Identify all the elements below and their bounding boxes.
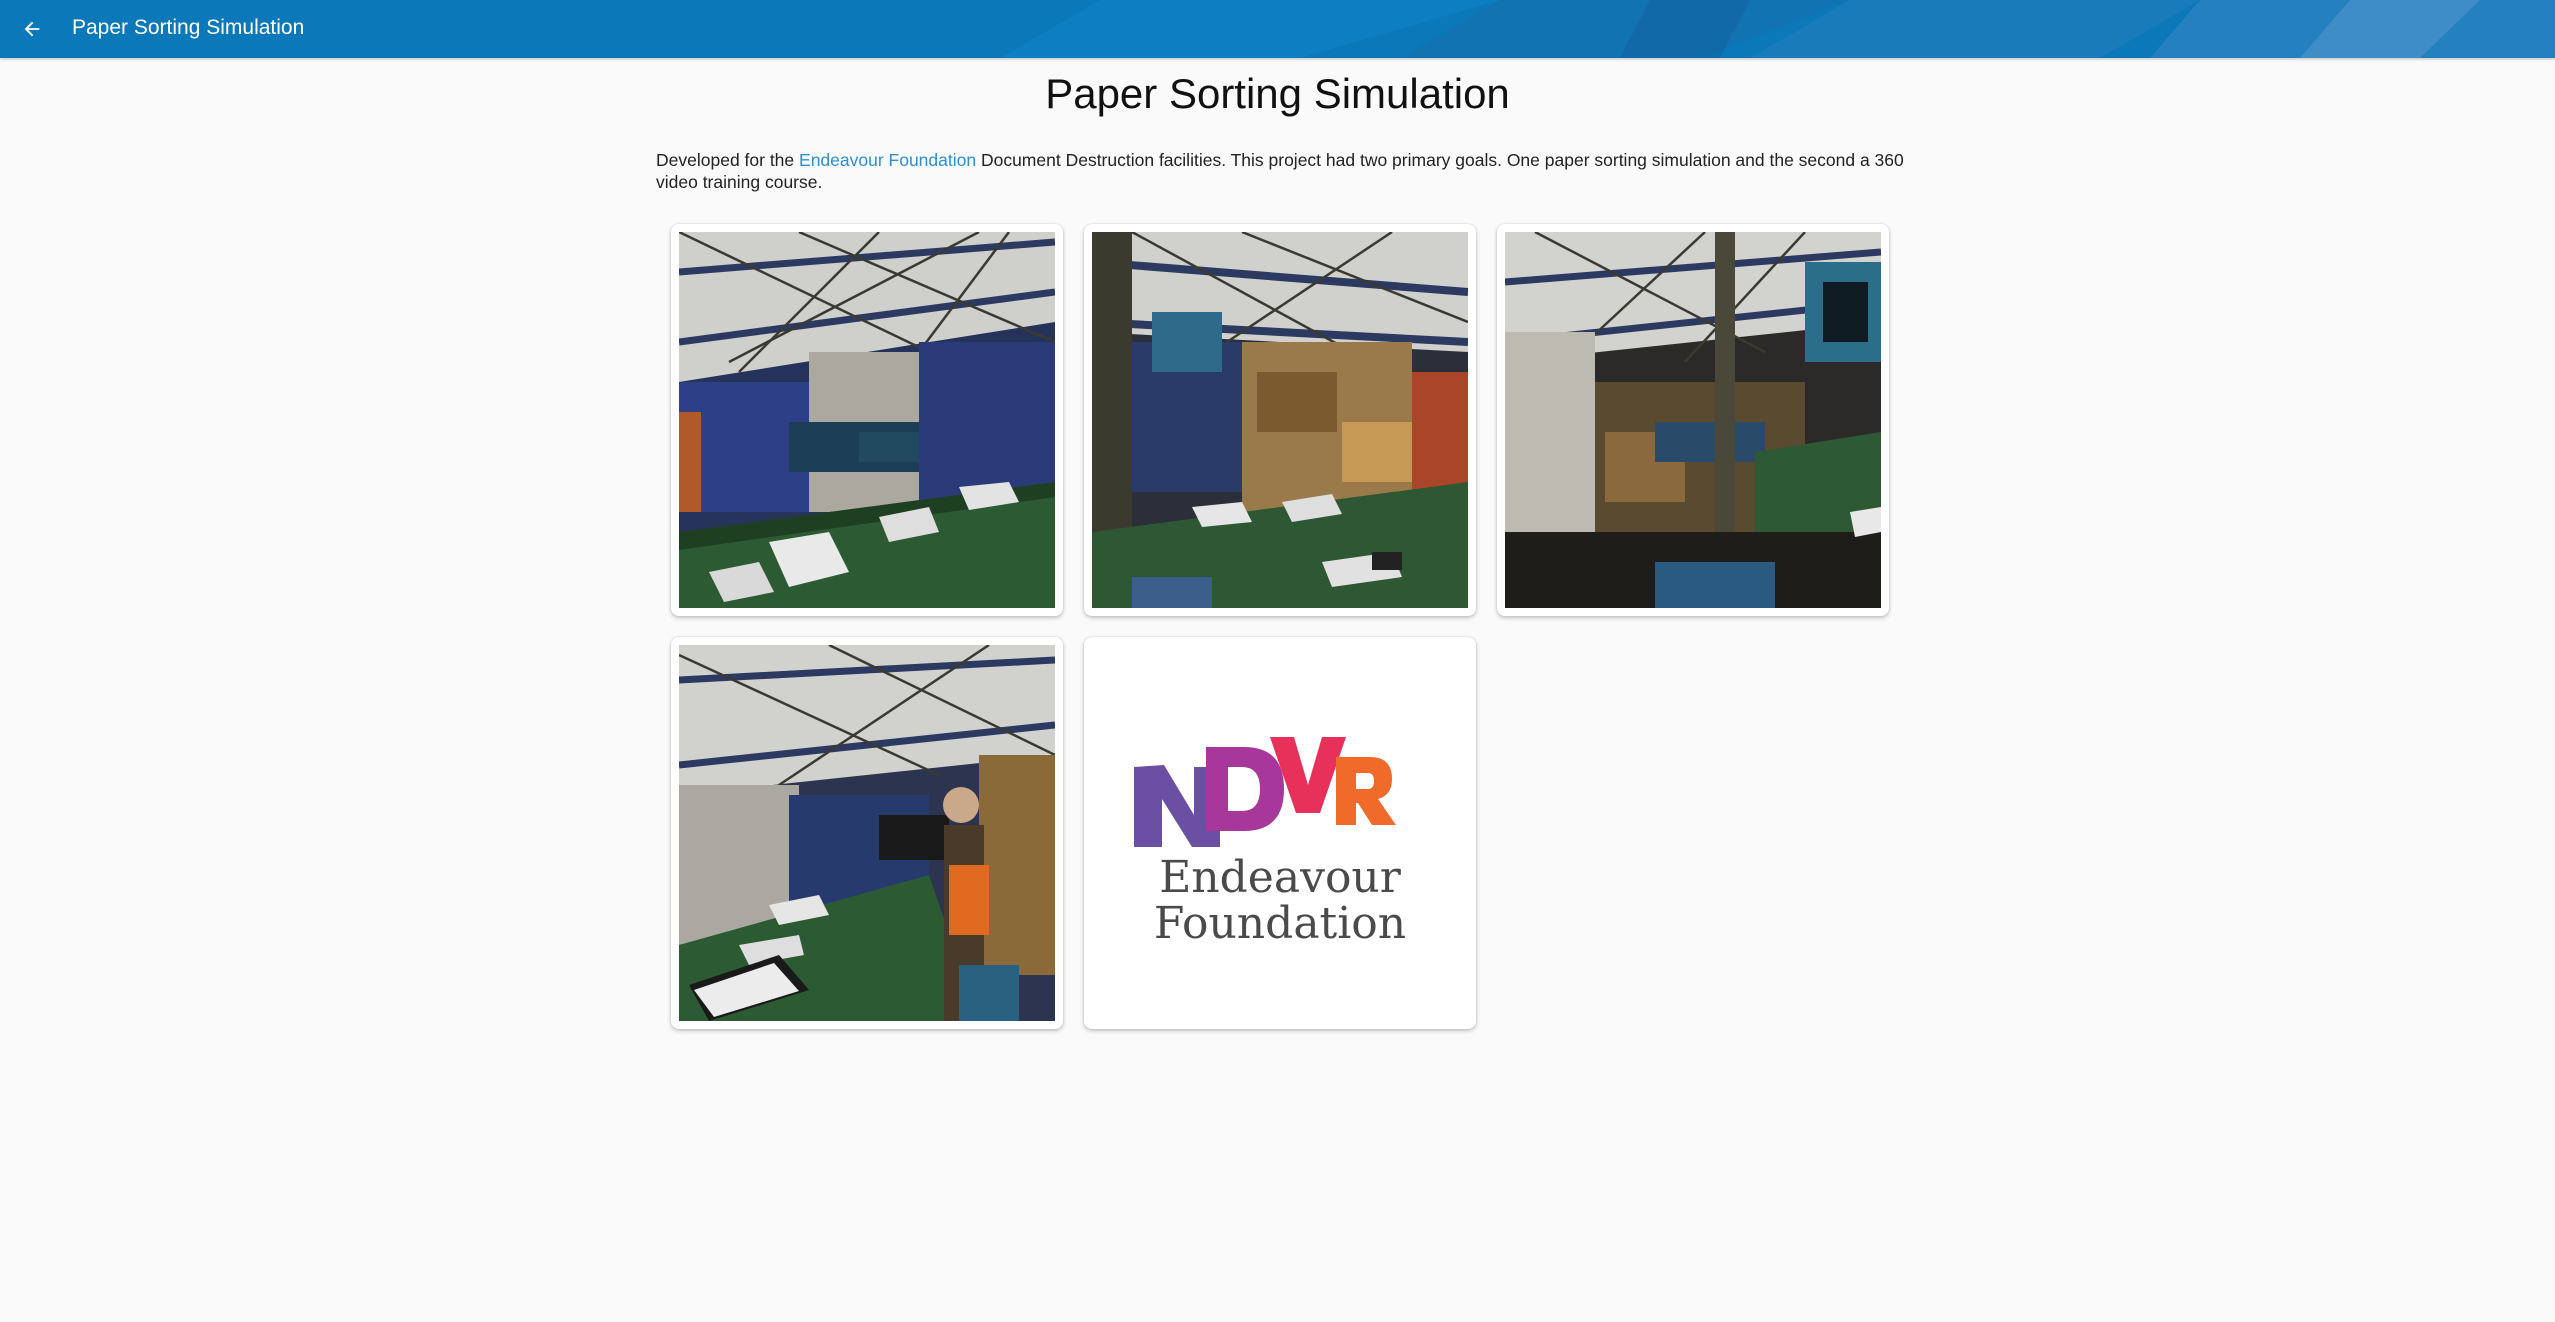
project-description: Developed for the Endeavour Foundation D… <box>656 150 1906 193</box>
app-bar-title: Paper Sorting Simulation <box>72 16 305 39</box>
logo-text-line2: Foundation <box>1153 898 1407 949</box>
gallery-card-2[interactable] <box>1084 224 1476 616</box>
simulation-screenshot-3 <box>1505 232 1881 608</box>
page-title: Paper Sorting Simulation <box>1045 70 1510 117</box>
simulation-screenshot-2 <box>1092 232 1468 608</box>
app-bar-background <box>0 0 2555 58</box>
simulation-screenshot-1 <box>679 232 1055 608</box>
gallery-card-4[interactable] <box>671 637 1063 1029</box>
gallery-card-1[interactable] <box>671 224 1063 616</box>
endeavour-foundation-link[interactable]: Endeavour Foundation <box>799 150 976 170</box>
description-prefix: Developed for the <box>656 150 800 170</box>
app-bar: Paper Sorting Simulation <box>0 0 2555 58</box>
gallery-card-5[interactable]: Endeavour Foundation <box>1084 637 1476 1029</box>
arrow-back-icon <box>24 21 40 37</box>
back-button[interactable] <box>12 9 52 49</box>
gallery-card-3[interactable] <box>1497 224 1889 616</box>
simulation-screenshot-4 <box>679 645 1055 1021</box>
endeavour-foundation-logo: Endeavour Foundation <box>1124 717 1436 949</box>
logo-text-line1: Endeavour <box>1159 852 1401 903</box>
